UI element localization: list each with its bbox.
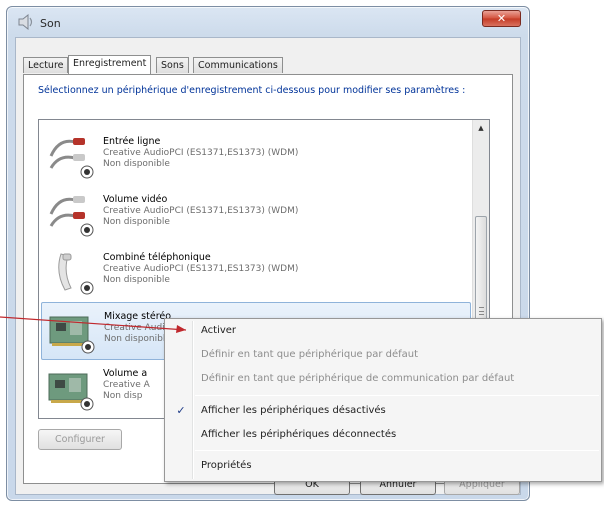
menu-separator: [195, 450, 599, 451]
device-status: Non disp: [103, 391, 143, 401]
device-driver: Creative AudioPCI (ES1371,ES1373) (WDM): [103, 148, 299, 158]
device-name: Volume a: [103, 368, 148, 379]
device-status: Non disponible: [103, 275, 170, 285]
device-name: Entrée ligne: [103, 136, 161, 147]
tab-communications[interactable]: Communications: [193, 57, 283, 73]
device-item-line-in[interactable]: Entrée ligne Creative AudioPCI (ES1371,E…: [41, 128, 471, 186]
device-driver: Creative A: [103, 380, 150, 390]
tab-recording[interactable]: Enregistrement: [68, 55, 152, 74]
device-status: Non disponible: [103, 159, 170, 169]
phone-handset-icon: [58, 253, 94, 295]
tab-sounds[interactable]: Sons: [156, 57, 189, 73]
device-driver: Creative AudioPCI (ES1371,ES1373) (WDM): [103, 206, 299, 216]
line-in-cable-icon: [49, 138, 94, 179]
device-name: Mixage stéréo: [104, 311, 172, 322]
video-cable-icon: [49, 196, 94, 237]
speaker-icon: [18, 14, 33, 30]
tab-playback[interactable]: Lecture: [23, 57, 69, 73]
sound-card-icon: [49, 316, 95, 354]
grip-icon: [479, 307, 484, 315]
window-title: Son: [40, 17, 61, 30]
close-button[interactable]: ✕: [482, 10, 521, 27]
device-item-video-volume[interactable]: Volume vidéo Creative AudioPCI (ES1371,E…: [41, 186, 471, 244]
menu-item-show-disconnected[interactable]: Afficher les périphériques déconnectés: [167, 425, 599, 445]
device-status: Non disponible: [104, 334, 171, 344]
context-menu: Activer Définir en tant que périphérique…: [164, 318, 602, 482]
checkmark-icon: ✓: [176, 404, 186, 417]
device-status: Non disponible: [103, 217, 170, 227]
device-name: Combiné téléphonique: [103, 252, 211, 263]
menu-item-show-disabled[interactable]: ✓ Afficher les périphériques désactivés: [167, 401, 599, 421]
sound-card-icon: [48, 373, 94, 411]
close-icon: ✕: [496, 12, 507, 25]
title-bar[interactable]: Son ✕: [7, 7, 529, 37]
instructions-text: Sélectionnez un périphérique d'enregistr…: [38, 85, 466, 96]
device-name: Volume vidéo: [103, 194, 168, 205]
menu-item-set-default[interactable]: Définir en tant que périphérique par déf…: [167, 345, 599, 365]
device-item-phone-handset[interactable]: Combiné téléphonique Creative AudioPCI (…: [41, 244, 471, 302]
menu-item-properties[interactable]: Propriétés: [167, 456, 599, 476]
menu-item-set-default-communication[interactable]: Définir en tant que périphérique de comm…: [167, 369, 599, 389]
menu-item-activate[interactable]: Activer: [167, 321, 599, 341]
device-driver: Creative AudioPCI (ES1371,ES1373) (WDM): [103, 264, 299, 274]
configure-button[interactable]: Configurer: [38, 429, 122, 450]
menu-separator: [195, 395, 599, 396]
scroll-up-arrow-icon[interactable]: ▲: [473, 120, 489, 136]
